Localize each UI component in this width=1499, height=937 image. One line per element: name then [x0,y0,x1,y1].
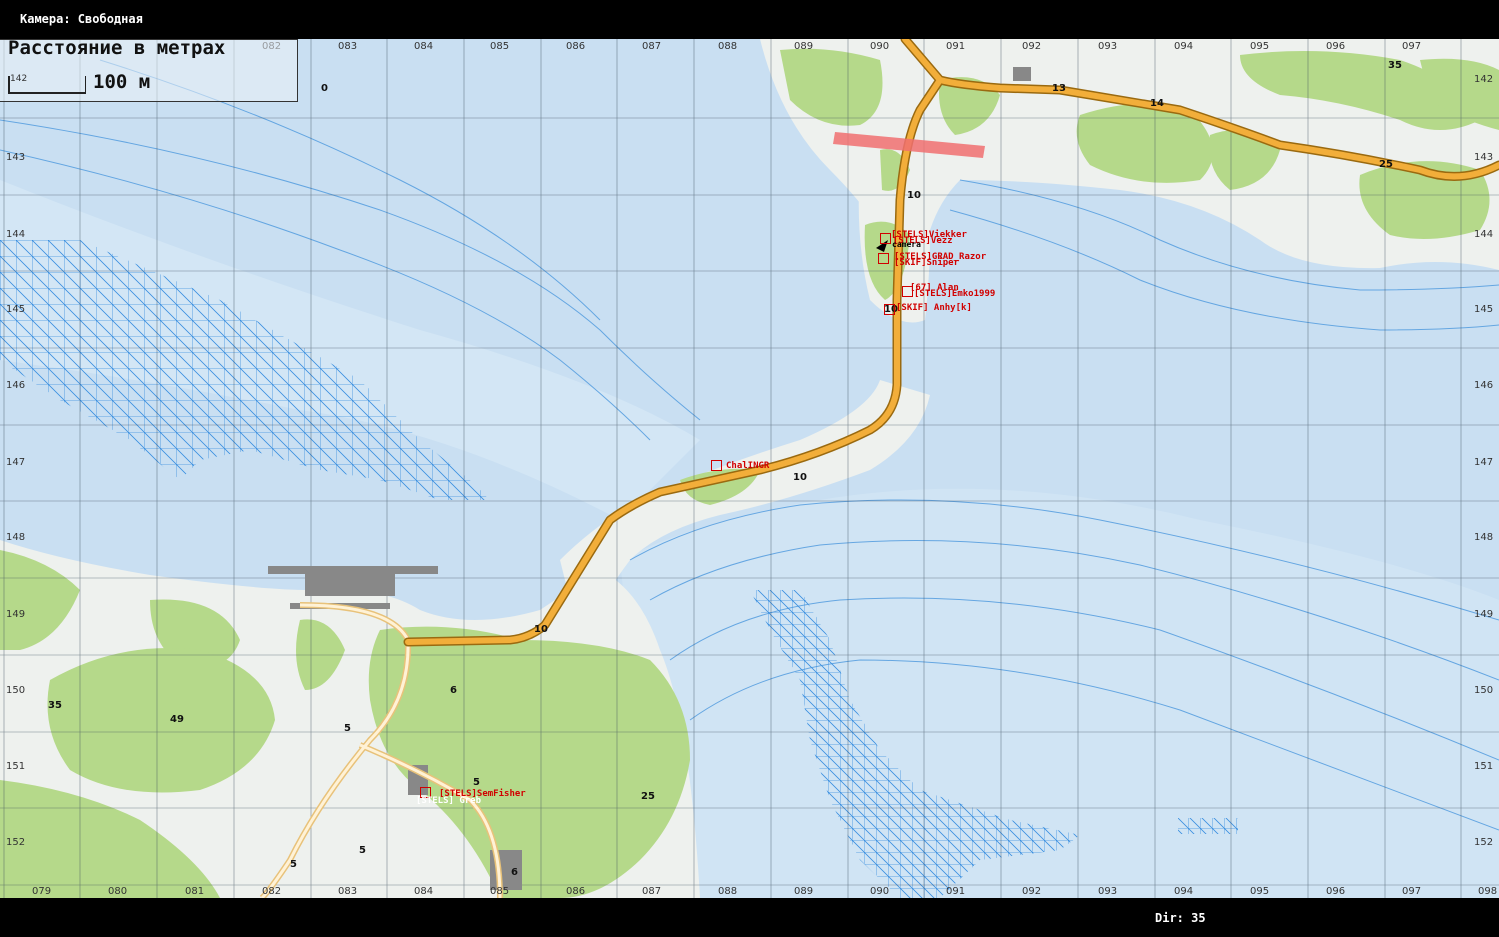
grid-x-label-bottom: 082 [262,886,282,897]
grid-x-label-bottom: 093 [1098,886,1118,897]
scale-title: Расстояние в метрах [8,37,226,59]
grid-y-label-right: 152 [1474,837,1494,848]
grid-y-label-right: 144 [1474,229,1494,240]
grid-y-label-right: 150 [1474,685,1494,696]
grid-y-label-right: 145 [1474,304,1494,315]
grid-x-label-bottom: 095 [1250,886,1270,897]
elevation-label: 6 [511,867,518,878]
grid-x-label-bottom: 081 [185,886,205,897]
player-name-label[interactable]: [STELS] Greb [416,796,481,806]
grid-x-label-bottom: 086 [566,886,586,897]
grid-x-label-bottom: 096 [1326,886,1346,897]
map-view[interactable]: 082 083 084 085 086 087 088 089 090 091 … [0,39,1499,898]
grid-y-label-right: 146 [1474,380,1494,391]
elevation-label: 5 [473,777,480,788]
grid-y-label-right: 151 [1474,761,1494,772]
player-marker-icon[interactable] [711,460,722,471]
player-marker-icon[interactable] [884,304,895,315]
grid-x-label-bottom: 085 [490,886,510,897]
camera-label: camera [892,240,921,249]
elevation-label: 5 [344,723,351,734]
grid-x-label-top: 095 [1250,41,1270,52]
grid-y-label-right: 143 [1474,152,1494,163]
shallows-mesh [1178,818,1238,834]
grid-x-label-top: 089 [794,41,814,52]
road-number-label: 14 [1150,98,1164,109]
player-name-label[interactable]: ChalINGR [726,461,769,471]
player-name-label[interactable]: [SKIF]Sniper [894,258,959,268]
grid-x-label-top: 088 [718,41,738,52]
grid-x-label-bottom: 090 [870,886,890,897]
grid-y-label-left: 143 [6,152,26,163]
top-bar: Камера: Свободная [0,0,1499,39]
grid-y-label-left: 144 [6,229,26,240]
grid-x-label-bottom: 091 [946,886,966,897]
grid-y-label-right: 147 [1474,457,1494,468]
elevation-label: 35 [1388,60,1402,71]
scale-value: 100 м [93,71,151,93]
grid-x-label-top: 090 [870,41,890,52]
elevation-label: 35 [48,700,62,711]
elevation-label: 10 [907,190,921,201]
elevation-label: 6 [450,685,457,696]
grid-x-label-bottom: 080 [108,886,128,897]
elevation-label: 49 [170,714,184,725]
elevation-label: 5 [359,845,366,856]
grid-x-label-top: 083 [338,41,358,52]
road-number-label: 13 [1052,83,1066,94]
grid-x-label-top: 087 [642,41,662,52]
grid-x-label-bottom: 084 [414,886,434,897]
grid-y-label-left: 146 [6,380,26,391]
grid-y-label-left: 152 [6,837,26,848]
player-marker-icon[interactable] [878,253,889,264]
elevation-label: 5 [290,859,297,870]
grid-x-label-bottom: 089 [794,886,814,897]
grid-y-label-right: 149 [1474,609,1494,620]
grid-x-label-bottom: 094 [1174,886,1194,897]
grid-x-label-bottom: 098 [1478,886,1498,897]
direction-readout: Dir: 35 [1155,911,1206,925]
player-name-label[interactable]: [STELS]Emko1999 [914,289,995,299]
grid-x-label-bottom: 097 [1402,886,1422,897]
grid-x-label-top: 094 [1174,41,1194,52]
grid-y-label-right: 148 [1474,532,1494,543]
grid-x-label-top: 086 [566,41,586,52]
elevation-label: 10 [534,624,548,635]
grid-y-label-left: 147 [6,457,26,468]
grid-x-label-top: 092 [1022,41,1042,52]
scale-bar [8,76,86,94]
grid-x-label-bottom: 079 [32,886,52,897]
grid-x-label-top: 097 [1402,41,1422,52]
grid-x-label-top: 084 [414,41,434,52]
player-marker-icon[interactable] [880,233,891,244]
grid-x-label-top: 093 [1098,41,1118,52]
grid-y-label-left: 150 [6,685,26,696]
elevation-label: 25 [641,791,655,802]
grid-x-label-bottom: 092 [1022,886,1042,897]
grid-y-label-left: 149 [6,609,26,620]
grid-y-label-left: 148 [6,532,26,543]
grid-x-label-top: 096 [1326,41,1346,52]
grid-x-label-bottom: 087 [642,886,662,897]
scale-legend: Расстояние в метрах 142 100 м [0,37,298,102]
grid-x-label-bottom: 088 [718,886,738,897]
player-name-label[interactable]: [SKIF] Anhy[k] [896,303,972,313]
camera-mode-label: Камера: Свободная [20,12,143,26]
grid-y-label-left: 151 [6,761,26,772]
road-number-label: 25 [1379,159,1393,170]
elevation-label: 10 [793,472,807,483]
grid-y-label-right: 142 [1474,74,1494,85]
bottom-bar: Dir: 35 [0,898,1499,937]
grid-x-label-bottom: 083 [338,886,358,897]
grid-x-label-top: 091 [946,41,966,52]
grid-y-label-left: 145 [6,304,26,315]
grid-x-label-top: 085 [490,41,510,52]
elevation-label: 0 [321,83,328,94]
